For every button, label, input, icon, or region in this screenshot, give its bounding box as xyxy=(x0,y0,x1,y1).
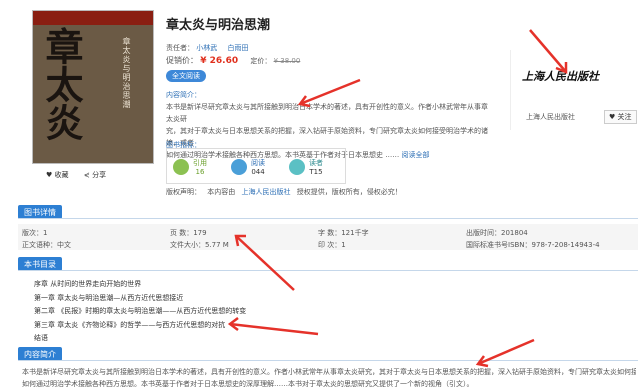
annotation-arrows xyxy=(227,29,568,368)
arrow-to-intro xyxy=(297,78,361,108)
arrow-to-summary xyxy=(475,338,535,368)
arrow-to-toc xyxy=(227,317,319,336)
arrow-to-details xyxy=(234,234,295,291)
arrow-to-publisher xyxy=(529,29,568,74)
